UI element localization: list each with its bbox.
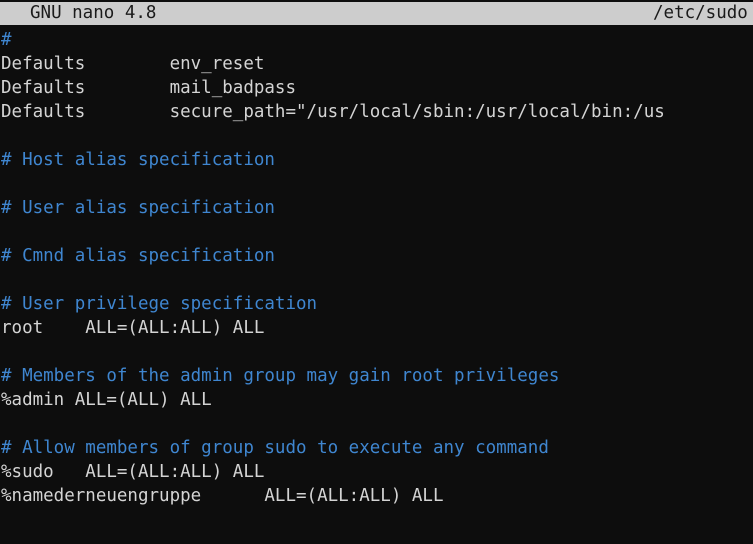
nano-editor-screen: GNU nano 4.8 /etc/sudo # Defaults env_res… — [0, 0, 753, 544]
buffer-line[interactable] — [0, 412, 753, 436]
text-buffer[interactable]: # Defaults env_reset Defaults mail_badpass… — [0, 28, 753, 544]
buffer-line[interactable]: Defaults secure_path="/usr/local/sbin:/u… — [0, 100, 753, 124]
buffer-line[interactable]: # User alias specification — [0, 196, 753, 220]
buffer-line[interactable]: # Allow members of group sudo to execute… — [0, 436, 753, 460]
editor-version-label: GNU nano 4.8 — [30, 3, 157, 23]
buffer-line[interactable]: # — [0, 28, 753, 52]
buffer-line[interactable]: # User privilege specification — [0, 292, 753, 316]
buffer-line[interactable] — [0, 220, 753, 244]
buffer-line[interactable]: root ALL=(ALL:ALL) ALL — [0, 316, 753, 340]
buffer-line[interactable] — [0, 340, 753, 364]
title-bar: GNU nano 4.8 /etc/sudo — [0, 0, 753, 28]
buffer-line[interactable]: Defaults mail_badpass — [0, 76, 753, 100]
buffer-line[interactable] — [0, 172, 753, 196]
buffer-line[interactable]: Defaults env_reset — [0, 52, 753, 76]
buffer-line[interactable]: # Cmnd alias specification — [0, 244, 753, 268]
title-bar-inner: GNU nano 4.8 /etc/sudo — [0, 2, 753, 25]
buffer-line[interactable] — [0, 124, 753, 148]
filename-label: /etc/sudo — [653, 3, 748, 23]
buffer-line[interactable]: %sudo ALL=(ALL:ALL) ALL — [0, 460, 753, 484]
buffer-line[interactable]: %namederneuengruppe ALL=(ALL:ALL) ALL — [0, 484, 753, 508]
buffer-line[interactable]: # Host alias specification — [0, 148, 753, 172]
buffer-line[interactable]: # Members of the admin group may gain ro… — [0, 364, 753, 388]
buffer-line[interactable] — [0, 268, 753, 292]
buffer-line[interactable]: %admin ALL=(ALL) ALL — [0, 388, 753, 412]
